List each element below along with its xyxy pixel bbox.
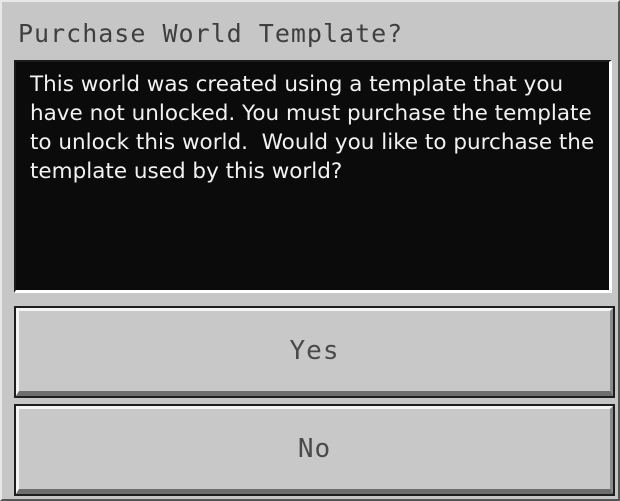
message-panel: This world was created using a template … — [14, 60, 612, 293]
no-button[interactable]: No — [14, 404, 615, 496]
no-button-face[interactable]: No — [16, 406, 613, 494]
purchase-world-template-dialog: Purchase World Template? This world was … — [0, 0, 620, 501]
no-button-label: No — [297, 434, 332, 464]
yes-button-label: Yes — [289, 336, 340, 366]
yes-button-face[interactable]: Yes — [16, 308, 613, 396]
yes-button[interactable]: Yes — [14, 306, 615, 398]
dialog-title: Purchase World Template? — [18, 19, 404, 48]
dialog-message: This world was created using a template … — [30, 72, 602, 184]
